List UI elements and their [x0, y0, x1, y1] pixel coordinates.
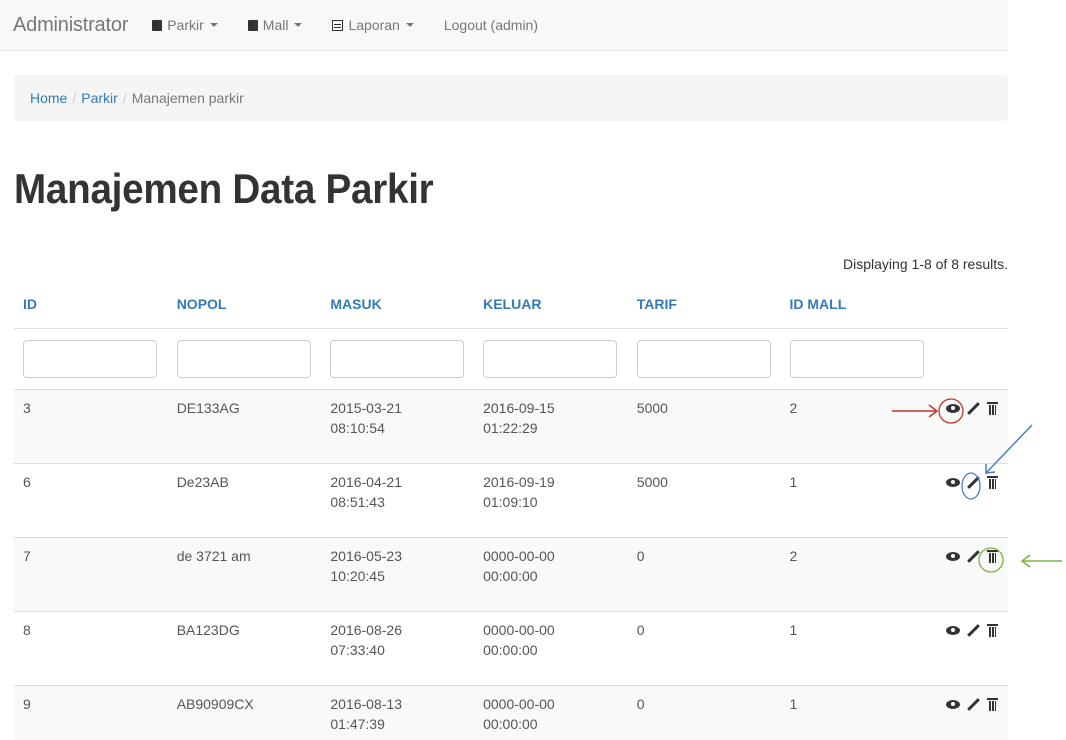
- cell-keluar: 0000-00-00 00:00:00: [474, 684, 628, 740]
- breadcrumb-home[interactable]: Home: [30, 90, 67, 106]
- book-icon: [247, 19, 258, 31]
- update-pencil-icon[interactable]: [967, 624, 980, 637]
- filter-keluar-input[interactable]: [483, 339, 618, 378]
- cell-tarif: 5000: [627, 388, 781, 463]
- nav-parkir[interactable]: Parkir: [152, 17, 218, 33]
- cell-tarif: 0: [627, 536, 781, 611]
- caret-down-icon: [209, 23, 218, 27]
- update-pencil-icon[interactable]: [967, 402, 980, 415]
- cell-id: 8: [14, 610, 168, 685]
- filter-id-mall-input[interactable]: [789, 339, 924, 378]
- cell-tarif: 0: [627, 684, 781, 740]
- nav-mall-label: Mall: [262, 17, 289, 33]
- filter-tarif-input[interactable]: [636, 339, 771, 378]
- cell-keluar: 0000-00-00 00:00:00: [474, 536, 628, 611]
- page-title: Manajemen Data Parkir: [14, 165, 434, 212]
- cell-masuk: 2015-03-21 08:10:54: [321, 388, 475, 463]
- cell-nopol: De23AB: [167, 462, 322, 537]
- nav-logout[interactable]: Logout (admin): [444, 17, 538, 33]
- header-row: ID NOPOL MASUK KELUAR TARIF ID MALL: [14, 280, 1008, 329]
- col-header-id[interactable]: ID: [14, 280, 168, 329]
- cell-masuk: 2016-08-13 01:47:39: [321, 684, 475, 740]
- cell-nopol: DE133AG: [167, 388, 322, 463]
- delete-trash-icon[interactable]: [987, 698, 998, 712]
- table-row: 6 De23AB 2016-04-21 08:51:43 2016-09-19 01…: [14, 462, 1008, 537]
- col-header-id-mall[interactable]: ID MALL: [780, 280, 935, 329]
- table-row: 8 BA123DG 2016-08-26 07:33:40 0000-00-00 0…: [14, 610, 1008, 685]
- brand[interactable]: Administrator: [13, 14, 128, 37]
- nav-parkir-label: Parkir: [167, 17, 204, 33]
- cell-id: 9: [14, 684, 168, 740]
- col-header-actions: [934, 280, 1008, 329]
- row-actions: [934, 536, 1008, 611]
- breadcrumb-separator: /: [122, 90, 127, 106]
- table-row: 7 de 3721 am 2016-05-23 10:20:45 0000-00-…: [14, 536, 1008, 611]
- filter-id-input[interactable]: [23, 339, 157, 378]
- view-eye-icon[interactable]: [946, 404, 961, 414]
- update-pencil-icon[interactable]: [967, 698, 980, 711]
- breadcrumb-separator: /: [72, 90, 77, 106]
- col-header-masuk[interactable]: MASUK: [321, 280, 475, 329]
- col-header-nopol[interactable]: NOPOL: [167, 280, 322, 329]
- nav-laporan[interactable]: Laporan: [332, 17, 414, 33]
- cell-nopol: BA123DG: [167, 610, 322, 685]
- filter-masuk-input[interactable]: [330, 339, 465, 378]
- breadcrumb-parkir[interactable]: Parkir: [81, 90, 118, 106]
- cell-id-mall: 1: [780, 610, 935, 685]
- delete-trash-icon[interactable]: [987, 476, 998, 490]
- cell-keluar: 0000-00-00 00:00:00: [474, 610, 628, 685]
- col-header-tarif[interactable]: TARIF: [627, 280, 781, 329]
- caret-down-icon: [405, 23, 414, 27]
- breadcrumb: Home / Parkir / Manajemen parkir: [14, 75, 1008, 121]
- cell-tarif: 5000: [627, 462, 781, 537]
- cell-masuk: 2016-08-26 07:33:40: [321, 610, 475, 685]
- cell-id: 3: [14, 388, 168, 463]
- green-arrow-head: [1020, 554, 1031, 568]
- view-eye-icon[interactable]: [946, 478, 961, 488]
- update-pencil-icon[interactable]: [967, 476, 980, 489]
- breadcrumb-current: Manajemen parkir: [131, 90, 244, 106]
- results-summary: Displaying 1-8 of 8 results.: [843, 256, 1008, 272]
- cell-nopol: AB90909CX: [167, 684, 322, 740]
- cell-id: 6: [14, 462, 168, 537]
- row-actions: [934, 388, 1008, 463]
- list-icon: [332, 19, 344, 31]
- update-pencil-icon[interactable]: [967, 550, 980, 563]
- parkir-grid: ID NOPOL MASUK KELUAR TARIF ID MALL 3 DE…: [14, 280, 1008, 740]
- cell-id-mall: 2: [780, 536, 935, 611]
- cell-id: 7: [14, 536, 168, 611]
- row-actions: [934, 610, 1008, 685]
- view-eye-icon[interactable]: [946, 552, 961, 562]
- cell-tarif: 0: [627, 610, 781, 685]
- row-actions: [934, 462, 1008, 537]
- delete-trash-icon[interactable]: [987, 550, 998, 564]
- book-icon: [152, 19, 163, 31]
- row-actions: [934, 684, 1008, 740]
- delete-trash-icon[interactable]: [987, 402, 998, 416]
- table-row: 9 AB90909CX 2016-08-13 01:47:39 0000-00-0…: [14, 684, 1008, 740]
- view-eye-icon[interactable]: [946, 700, 961, 710]
- cell-keluar: 2016-09-19 01:09:10: [474, 462, 628, 537]
- nav-laporan-label: Laporan: [348, 17, 400, 33]
- delete-trash-icon[interactable]: [987, 624, 998, 638]
- cell-id-mall: 1: [780, 684, 935, 740]
- filter-nopol-input[interactable]: [176, 339, 311, 378]
- view-eye-icon[interactable]: [946, 626, 961, 636]
- caret-down-icon: [294, 23, 303, 27]
- cell-masuk: 2016-04-21 08:51:43: [321, 462, 475, 537]
- nav-mall[interactable]: Mall: [247, 17, 303, 33]
- table-row: 3 DE133AG 2015-03-21 08:10:54 2016-09-15 0…: [14, 388, 1008, 463]
- cell-id-mall: 2: [780, 388, 935, 463]
- filter-row: [14, 327, 1008, 389]
- cell-masuk: 2016-05-23 10:20:45: [321, 536, 475, 611]
- navbar: Administrator Parkir Mall Laporan Logout…: [0, 0, 1008, 51]
- cell-id-mall: 1: [780, 462, 935, 537]
- cell-nopol: de 3721 am: [167, 536, 322, 611]
- cell-keluar: 2016-09-15 01:22:29: [474, 388, 628, 463]
- col-header-keluar[interactable]: KELUAR: [474, 280, 628, 329]
